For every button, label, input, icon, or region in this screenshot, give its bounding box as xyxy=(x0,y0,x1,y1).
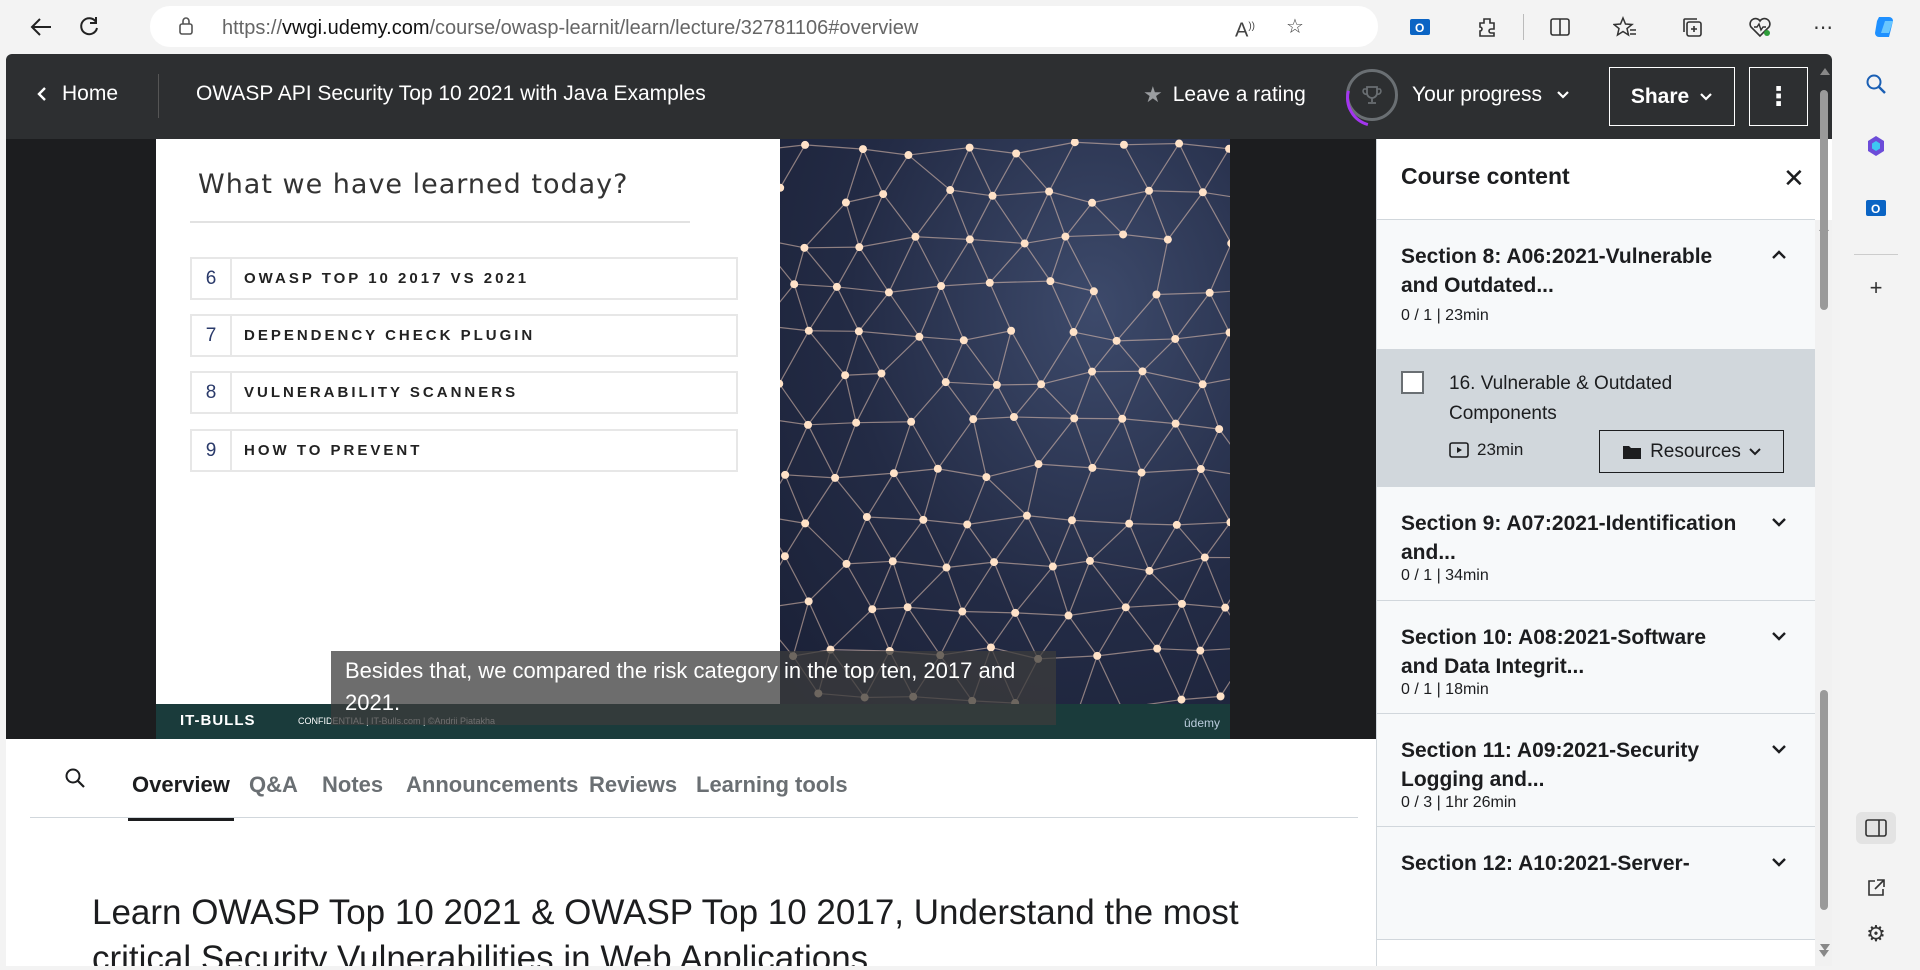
address-bar[interactable]: https://vwgi.udemy.com/course/owasp-lear… xyxy=(150,6,1378,47)
course-title[interactable]: OWASP API Security Top 10 2021 with Java… xyxy=(196,82,706,106)
tab-notes[interactable]: Notes xyxy=(322,772,383,798)
tab-qa[interactable]: Q&A xyxy=(249,772,298,798)
section-title: Section 12: A10:2021-Server- xyxy=(1401,852,1690,875)
browser-essentials-icon[interactable] xyxy=(1745,12,1775,42)
tab-announcements[interactable]: Announcements xyxy=(406,772,578,798)
section-title: Section 11: A09:2021-Security Logging an… xyxy=(1401,739,1700,791)
chevron-down-icon xyxy=(1749,447,1761,455)
trophy-icon xyxy=(1346,69,1398,121)
leave-rating-button[interactable]: ★ Leave a rating xyxy=(1143,82,1306,108)
udemy-course-player: Home OWASP API Security Top 10 2021 with… xyxy=(6,54,1832,966)
course-header: Home OWASP API Security Top 10 2021 with… xyxy=(6,54,1832,139)
lecture-slide: What we have learned today? 6 OWASP TOP … xyxy=(156,139,1230,739)
favorite-star-icon[interactable]: ☆ xyxy=(1282,14,1308,40)
lecture-complete-checkbox[interactable] xyxy=(1401,371,1424,394)
chevron-down-icon xyxy=(1700,92,1712,101)
close-icon[interactable]: ✕ xyxy=(1783,163,1805,194)
video-caption: Besides that, we compared the risk categ… xyxy=(331,651,1056,725)
rating-label: Leave a rating xyxy=(1172,83,1306,106)
page-scrollbar[interactable] xyxy=(1818,64,1830,954)
copilot-icon[interactable] xyxy=(1870,12,1900,42)
section-meta: 0 / 3 | 1hr 26min xyxy=(1401,794,1517,811)
add-icon[interactable]: + xyxy=(1860,272,1892,304)
section-11[interactable]: Section 11: A09:2021-Security Logging an… xyxy=(1377,714,1815,827)
progress-label: Your progress xyxy=(1412,83,1542,106)
chevron-down-icon xyxy=(1557,91,1569,99)
folder-icon xyxy=(1623,445,1642,459)
course-headline: Learn OWASP Top 10 2021 & OWASP Top 10 2… xyxy=(92,893,1239,966)
slide-item: 6 OWASP TOP 10 2017 VS 2021 xyxy=(190,257,738,300)
section-title: Section 8: A06:2021-Vulnerable and Outda… xyxy=(1401,245,1713,297)
svg-text:O: O xyxy=(1415,21,1424,35)
chevron-down-icon[interactable] xyxy=(1771,851,1787,872)
video-icon xyxy=(1449,442,1469,458)
copilot-sidebar-icon[interactable] xyxy=(1860,130,1892,162)
slide-item: 8 VULNERABILITY SCANNERS xyxy=(190,371,738,414)
video-player[interactable]: What we have learned today? 6 OWASP TOP … xyxy=(6,139,1376,739)
url-text: https://vwgi.udemy.com/course/owasp-lear… xyxy=(222,17,919,39)
share-button[interactable]: Share xyxy=(1609,67,1735,126)
home-link[interactable]: Home xyxy=(36,82,118,106)
share-label: Share xyxy=(1630,84,1690,108)
lecture-duration: 23min xyxy=(1449,440,1523,460)
tab-learning-tools[interactable]: Learning tools xyxy=(696,772,848,798)
slide-item: 9 HOW TO PREVENT xyxy=(190,429,738,472)
chevron-left-icon xyxy=(37,87,46,101)
course-content-title: Course content xyxy=(1401,163,1570,189)
back-icon[interactable] xyxy=(24,10,58,44)
lecture-item-16[interactable]: 16. Vulnerable & Outdated Components 23m… xyxy=(1377,349,1815,487)
settings-gear-icon[interactable]: ⚙ xyxy=(1860,918,1892,950)
tab-overview[interactable]: Overview xyxy=(128,772,234,821)
svg-text:O: O xyxy=(1871,202,1880,216)
section-12[interactable]: Section 12: A10:2021-Server- xyxy=(1377,827,1815,940)
lock-icon xyxy=(178,17,196,35)
outlook-icon[interactable]: O xyxy=(1860,192,1892,224)
external-link-icon[interactable] xyxy=(1860,872,1892,904)
it-bulls-logo: IT-BULLS xyxy=(180,712,256,729)
refresh-icon[interactable] xyxy=(72,10,106,44)
tab-reviews[interactable]: Reviews xyxy=(589,772,677,798)
network-mesh-image xyxy=(780,139,1230,704)
browser-sidebar: O + ⚙ xyxy=(1832,54,1920,970)
section-meta: 0 / 1 | 23min xyxy=(1401,307,1489,324)
section-10[interactable]: Section 10: A08:2021-Software and Data I… xyxy=(1377,601,1815,714)
course-content-header: Course content ✕ xyxy=(1377,139,1815,220)
browser-toolbar: https://vwgi.udemy.com/course/owasp-lear… xyxy=(0,0,1920,54)
more-vertical-icon[interactable]: ⋮ xyxy=(1749,67,1808,126)
chevron-down-icon[interactable] xyxy=(1771,738,1787,759)
star-icon: ★ xyxy=(1143,82,1163,107)
udemy-watermark: ûdemy xyxy=(1183,716,1220,730)
chevron-down-icon[interactable] xyxy=(1771,625,1787,646)
section-9[interactable]: Section 9: A07:2021-Identification and..… xyxy=(1377,487,1815,601)
more-options-icon[interactable]: ⋯ xyxy=(1808,12,1838,42)
lecture-title: 16. Vulnerable & Outdated Components xyxy=(1449,373,1673,424)
favorites-icon[interactable] xyxy=(1610,12,1640,42)
section-meta: 0 / 1 | 18min xyxy=(1401,681,1489,698)
search-icon[interactable] xyxy=(1860,68,1892,100)
outlook-extension-icon[interactable]: O xyxy=(1405,12,1435,42)
resources-button[interactable]: Resources xyxy=(1599,430,1784,473)
split-screen-icon[interactable] xyxy=(1545,12,1575,42)
your-progress-button[interactable]: Your progress xyxy=(1346,69,1570,121)
read-aloud-icon[interactable]: A)) xyxy=(1232,14,1258,42)
course-content-panel: Course content ✕ Section 8: A06:2021-Vul… xyxy=(1376,139,1832,966)
sidebar-toggle-icon[interactable] xyxy=(1856,812,1896,844)
slide-item: 7 DEPENDENCY CHECK PLUGIN xyxy=(190,314,738,357)
home-label: Home xyxy=(62,82,119,105)
search-icon[interactable] xyxy=(64,767,86,794)
section-meta: 0 / 1 | 34min xyxy=(1401,567,1489,584)
chevron-up-icon[interactable] xyxy=(1771,244,1787,265)
section-title: Section 10: A08:2021-Software and Data I… xyxy=(1401,626,1707,678)
collections-icon[interactable] xyxy=(1677,12,1707,42)
slide-title: What we have learned today? xyxy=(198,169,629,200)
lecture-tabs: Overview Q&A Notes Announcements Reviews… xyxy=(30,739,1358,821)
section-title: Section 9: A07:2021-Identification and..… xyxy=(1401,512,1737,564)
extensions-icon[interactable] xyxy=(1472,12,1502,42)
chevron-down-icon[interactable] xyxy=(1771,511,1787,532)
